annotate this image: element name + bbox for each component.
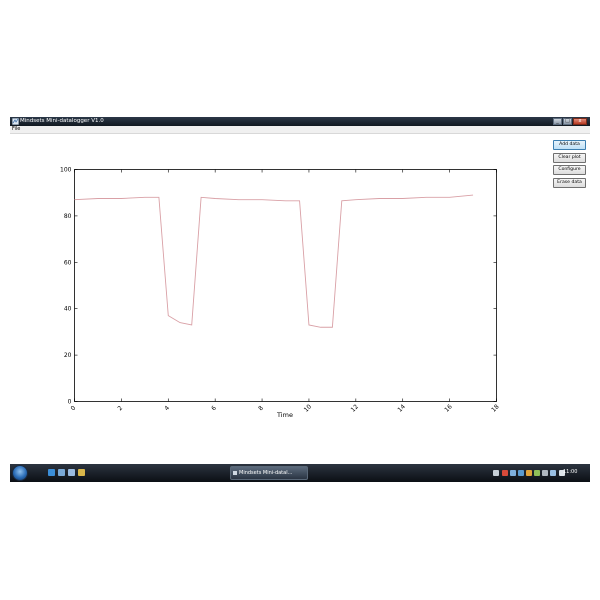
x-tick-label: 0 bbox=[70, 404, 78, 412]
signal-icon[interactable] bbox=[550, 470, 556, 476]
y-tick-label: 20 bbox=[64, 352, 72, 359]
taskbar-app-button[interactable]: Mindsets Mini-datal... bbox=[230, 466, 308, 480]
configure-button[interactable]: Configure bbox=[553, 165, 586, 175]
app-icon bbox=[233, 471, 237, 475]
antivirus-icon[interactable] bbox=[502, 470, 508, 476]
clear-plot-button[interactable]: Clear plot bbox=[553, 152, 586, 163]
monitor-icon[interactable] bbox=[518, 470, 524, 476]
x-axis-label: Time bbox=[276, 411, 293, 419]
data-plot: 0 20 40 60 80 100 0 2 4 6 8 10 12 14 16 18 Time bbox=[60, 167, 501, 420]
x-tick-label: 12 bbox=[350, 403, 360, 413]
y-tick-label: 60 bbox=[64, 259, 72, 266]
security-icon[interactable] bbox=[534, 470, 540, 476]
y-tick-label: 100 bbox=[60, 167, 72, 174]
x-tick-label: 18 bbox=[490, 403, 500, 413]
internet-explorer-icon[interactable] bbox=[48, 469, 55, 476]
button-panel: Add data Clear plot Configure Erase data bbox=[553, 140, 586, 190]
plot-area bbox=[74, 169, 497, 402]
erase-data-button[interactable]: Erase data bbox=[553, 177, 586, 188]
connection-icon[interactable] bbox=[542, 470, 548, 476]
start-button[interactable] bbox=[12, 465, 28, 481]
x-tick-label: 6 bbox=[210, 404, 218, 412]
network-icon[interactable] bbox=[510, 470, 516, 476]
x-tick-label: 14 bbox=[396, 403, 406, 413]
desktop-screen: Mindsets Mini-datalogger V1.0 _ □ x File… bbox=[10, 117, 590, 482]
add-data-button[interactable]: Add data bbox=[553, 140, 586, 150]
update-icon[interactable] bbox=[526, 470, 532, 476]
y-tick-label: 80 bbox=[64, 213, 72, 220]
tray-arrow-icon[interactable] bbox=[493, 470, 499, 476]
folder-icon[interactable] bbox=[78, 469, 85, 476]
x-tick-label: 2 bbox=[116, 404, 124, 412]
x-tick-label: 10 bbox=[303, 403, 313, 413]
y-tick-label: 40 bbox=[64, 306, 72, 313]
taskbar: Mindsets Mini-datal... bbox=[10, 464, 590, 482]
y-tick-label: 0 bbox=[68, 399, 72, 406]
switch-windows-icon[interactable] bbox=[68, 469, 75, 476]
x-tick-label: 8 bbox=[257, 404, 265, 412]
taskbar-app-label: Mindsets Mini-datal... bbox=[239, 470, 293, 476]
show-desktop-icon[interactable] bbox=[58, 469, 65, 476]
x-tick-label: 16 bbox=[443, 403, 453, 413]
x-tick-label: 4 bbox=[163, 404, 171, 412]
clock: 11:00 bbox=[563, 469, 578, 475]
